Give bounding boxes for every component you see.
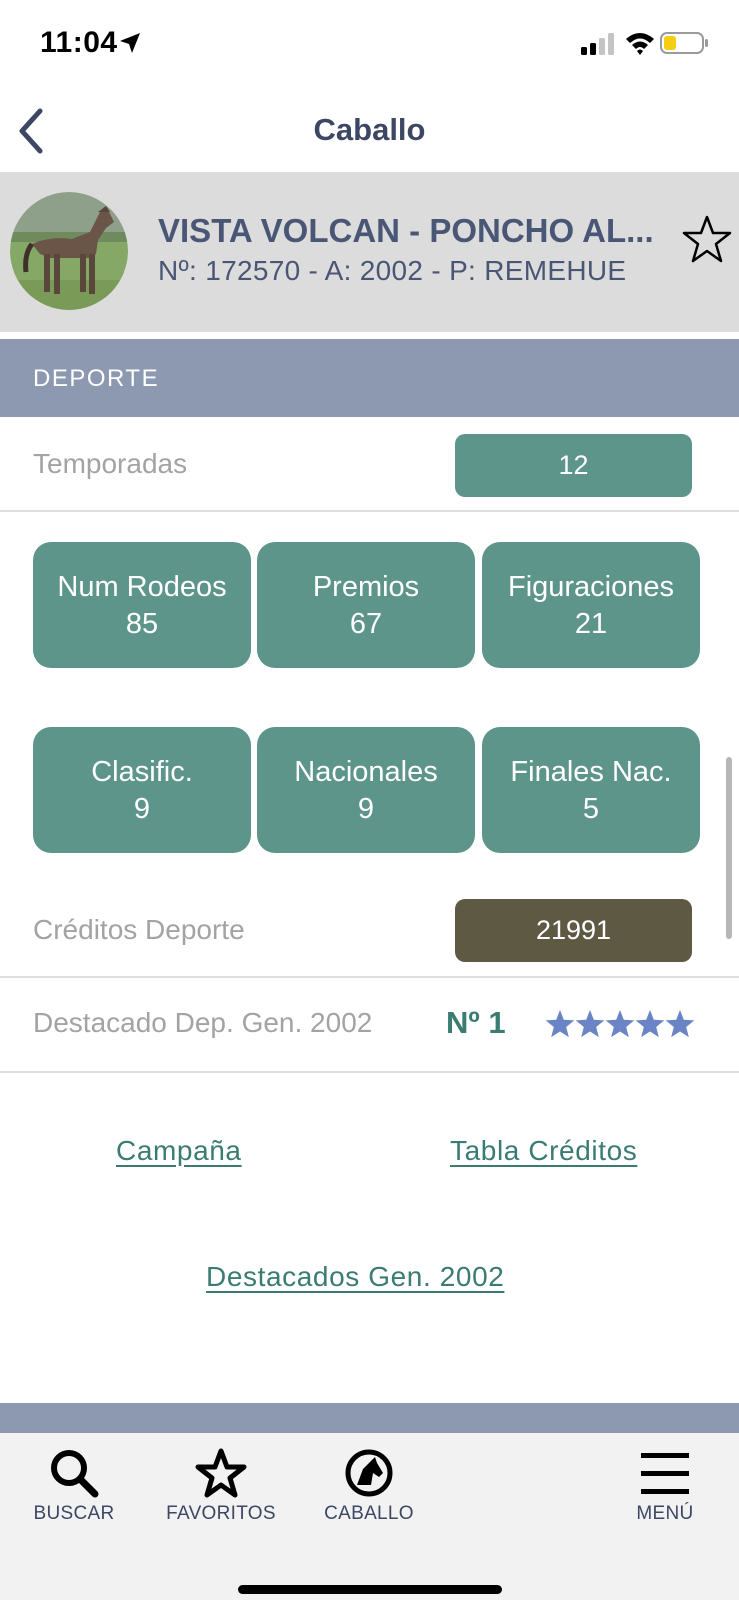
tab-menu[interactable]: MENÚ xyxy=(620,1433,710,1533)
stat-value: 9 xyxy=(357,793,375,825)
tab-bar: BUSCAR FAVORITOS CABALLO MENÚ xyxy=(0,1433,739,1600)
section-title: DEPORTE xyxy=(33,365,160,392)
temporadas-value: 12 xyxy=(455,434,692,497)
destacados-gen-link[interactable]: Destacados Gen. 2002 xyxy=(206,1261,504,1293)
stat-value: 5 xyxy=(582,793,600,825)
creditos-label: Créditos Deporte xyxy=(33,914,245,945)
divider xyxy=(0,510,739,512)
tab-label: MENÚ xyxy=(636,1503,694,1524)
navigation-bar: Caballo xyxy=(0,90,739,172)
tabla-creditos-link[interactable]: Tabla Créditos xyxy=(450,1135,637,1167)
battery-low-icon xyxy=(660,32,708,54)
horse-head-icon xyxy=(345,1449,393,1497)
destacado-label: Destacado Dep. Gen. 2002 xyxy=(33,1007,373,1038)
star-icon xyxy=(195,1448,247,1498)
search-icon xyxy=(51,1450,99,1498)
rating-star-icon xyxy=(545,1010,575,1038)
location-arrow-icon xyxy=(120,33,140,53)
rating-stars xyxy=(545,1010,695,1038)
status-time: 11:04 xyxy=(40,26,118,59)
stat-card-nacionales[interactable]: Nacionales 9 xyxy=(257,727,475,853)
creditos-value: 21991 xyxy=(455,899,692,962)
tab-caballo[interactable]: CABALLO xyxy=(316,1433,422,1533)
stat-label: Finales Nac. xyxy=(510,756,672,788)
tab-label: FAVORITOS xyxy=(166,1503,276,1524)
bottom-section-band xyxy=(0,1403,739,1433)
stat-label: Premios xyxy=(312,571,420,603)
star-outline-icon xyxy=(682,215,732,263)
tab-label: CABALLO xyxy=(324,1503,414,1524)
stat-label: Num Rodeos xyxy=(57,571,227,603)
rating-star-icon xyxy=(575,1010,605,1038)
tab-label: BUSCAR xyxy=(33,1503,115,1524)
rating-star-icon xyxy=(665,1010,695,1038)
stat-card-finales-nac[interactable]: Finales Nac. 5 xyxy=(482,727,700,853)
hamburger-menu-icon xyxy=(641,1453,689,1494)
horse-name: VISTA VOLCAN - PONCHO AL... xyxy=(158,212,654,249)
horse-info: Nº: 172570 - A: 2002 - P: REMEHUE xyxy=(158,255,627,286)
stat-value: 9 xyxy=(133,793,151,825)
horse-header: VISTA VOLCAN - PONCHO AL... Nº: 172570 -… xyxy=(0,172,739,332)
stat-value: 21 xyxy=(574,608,608,640)
campana-link[interactable]: Campaña xyxy=(116,1135,242,1167)
scrollbar[interactable] xyxy=(726,757,732,939)
temporadas-label: Temporadas xyxy=(33,448,188,479)
stat-value: 85 xyxy=(125,608,159,640)
section-header-deporte: DEPORTE xyxy=(0,339,739,417)
page-title: Caballo xyxy=(313,112,426,147)
stat-value: 67 xyxy=(349,608,383,640)
stat-card-figuraciones[interactable]: Figuraciones 21 xyxy=(482,542,700,668)
horse-photo xyxy=(10,192,128,310)
rating-star-icon xyxy=(635,1010,665,1038)
stat-label: Figuraciones xyxy=(507,571,675,603)
cellular-signal-icon xyxy=(581,33,614,55)
divider xyxy=(0,1071,739,1073)
home-indicator xyxy=(238,1585,502,1594)
stat-label: Nacionales xyxy=(294,756,438,788)
tab-buscar[interactable]: BUSCAR xyxy=(22,1433,126,1533)
destacado-rank: Nº 1 xyxy=(446,1005,506,1040)
stat-label: Clasific. xyxy=(91,756,193,788)
rating-star-icon xyxy=(605,1010,635,1038)
wifi-icon xyxy=(626,33,654,55)
stat-card-num-rodeos[interactable]: Num Rodeos 85 xyxy=(33,542,251,668)
favorite-button[interactable] xyxy=(682,214,732,264)
status-bar: 11:04 xyxy=(0,0,739,90)
stat-card-clasific[interactable]: Clasific. 9 xyxy=(33,727,251,853)
tab-favoritos[interactable]: FAVORITOS xyxy=(160,1433,282,1533)
stat-card-premios[interactable]: Premios 67 xyxy=(257,542,475,668)
divider xyxy=(0,976,739,978)
